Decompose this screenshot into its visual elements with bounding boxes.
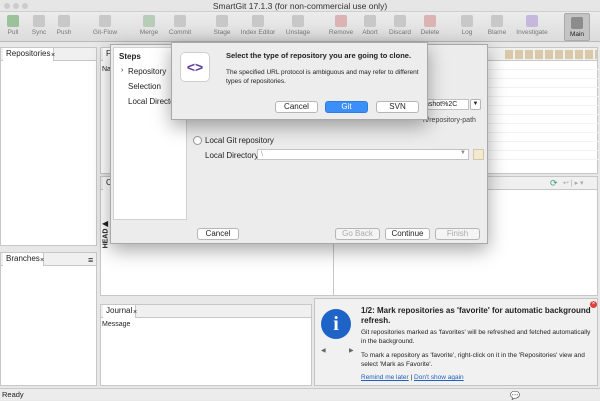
close-icon[interactable]: ×	[590, 301, 597, 308]
git-flow-button[interactable]: Git-Flow	[90, 12, 120, 42]
window-title: SmartGit 17.1.3 (for non-commercial use …	[212, 1, 388, 11]
abort-icon	[364, 15, 376, 27]
index-editor-button[interactable]: Index Editor	[238, 12, 278, 42]
abort-button[interactable]: Abort	[359, 12, 381, 42]
smartgit-logo-icon: <>	[180, 52, 210, 82]
local-git-radio[interactable]	[193, 136, 202, 145]
git-flow-icon	[99, 15, 111, 27]
minimize-window-button[interactable]	[13, 3, 19, 9]
toolbar-icons	[505, 50, 597, 59]
log-button[interactable]: Log	[456, 12, 478, 42]
journal-tab[interactable]: Journal	[103, 305, 137, 318]
link-separator: |	[410, 374, 413, 381]
investigate-button[interactable]: Investigate	[514, 12, 550, 42]
window-title-bar: SmartGit 17.1.3 (for non-commercial use …	[0, 0, 600, 12]
push-button[interactable]: Push	[52, 12, 76, 42]
unstage-button[interactable]: Unstage	[284, 12, 312, 42]
commit-icon	[174, 15, 186, 27]
remove-icon	[335, 15, 347, 27]
git-button[interactable]: Git	[325, 101, 368, 113]
dont-show-again-link[interactable]: Don't show again	[414, 374, 464, 381]
dialog-body: The specified URL protocol is ambiguous …	[226, 69, 419, 85]
notification-text-1: Git repositories marked as 'favorites' w…	[361, 329, 591, 345]
head-arrow-icon: ◀	[102, 219, 109, 228]
dialog-heading: Select the type of repository you are go…	[226, 51, 412, 60]
blame-button[interactable]: Blame	[484, 12, 510, 42]
repository-url-field[interactable]: nshot%2C	[421, 99, 469, 110]
log-icon	[461, 15, 473, 27]
discard-icon	[394, 15, 406, 27]
discard-button[interactable]: Discard	[386, 12, 414, 42]
continue-button[interactable]: Continue	[385, 228, 430, 240]
browse-button[interactable]	[473, 149, 484, 160]
status-text: Ready	[2, 390, 24, 399]
repositories-tab[interactable]: Repositories	[3, 48, 55, 61]
main-perspective-icon	[571, 17, 583, 29]
close-window-button[interactable]	[4, 3, 10, 9]
refresh-icon[interactable]: ⟳	[550, 178, 558, 189]
index-editor-icon	[252, 15, 264, 27]
local-directory-field[interactable]: \	[257, 149, 469, 160]
journal-panel: Journal × Message	[100, 304, 312, 386]
push-icon	[58, 15, 70, 27]
path-hint-text: rt/repository-path	[423, 117, 476, 124]
main-perspective-button[interactable]: Main	[564, 13, 590, 41]
remind-later-link[interactable]: Remind me later	[361, 374, 409, 381]
head-label: HEAD	[102, 228, 110, 249]
steps-title: Steps	[119, 52, 141, 61]
delete-icon	[424, 15, 436, 27]
prev-notification-button[interactable]: ◀	[321, 347, 326, 354]
branches-tab[interactable]: Branches	[3, 253, 44, 266]
repositories-panel: Repositories ×	[0, 47, 97, 246]
go-back-button[interactable]: Go Back	[335, 228, 380, 240]
close-tab-icon[interactable]: ×	[40, 255, 44, 267]
repository-type-dialog: <> Select the type of repository you are…	[171, 42, 428, 120]
main-toolbar: Pull Sync Push Git-Flow Merge Commit Sta…	[0, 12, 600, 42]
local-directory-label: Local Directory:	[205, 151, 261, 160]
stage-icon	[216, 15, 228, 27]
sync-button[interactable]: Sync	[28, 12, 50, 42]
message-column-header[interactable]: Message	[102, 321, 130, 328]
merge-button[interactable]: Merge	[137, 12, 161, 42]
notification-text-2: To mark a repository as 'favorite', righ…	[361, 352, 585, 368]
next-notification-button[interactable]: ▶	[349, 347, 354, 354]
stage-button[interactable]: Stage	[211, 12, 233, 42]
commit-button[interactable]: Commit	[166, 12, 194, 42]
step-arrow-icon: ›	[121, 67, 124, 74]
pull-icon	[7, 15, 19, 27]
merge-icon	[143, 15, 155, 27]
step-selection: Selection	[128, 82, 161, 91]
zoom-window-button[interactable]	[22, 3, 28, 9]
status-bar: Ready 💬	[0, 388, 600, 400]
sync-icon	[33, 15, 45, 27]
unstage-icon	[292, 15, 304, 27]
local-git-option-label: Local Git repository	[205, 136, 274, 145]
close-tab-icon[interactable]: ×	[133, 307, 137, 319]
info-icon: i	[321, 309, 351, 339]
branches-panel: Branches × ≡	[0, 252, 97, 386]
investigate-icon	[526, 15, 538, 27]
chevron-down-icon[interactable]: ▼	[460, 150, 466, 156]
notification-title: 1/2: Mark repositories as 'favorite' for…	[361, 306, 591, 325]
url-dropdown-button[interactable]: ▼	[470, 99, 481, 110]
notification-speech-icon[interactable]: 💬	[510, 390, 520, 401]
step-repository: Repository	[128, 67, 167, 76]
svn-button[interactable]: SVN	[376, 101, 419, 113]
pull-button[interactable]: Pull	[2, 12, 24, 42]
nav-icons: ↩ | ▸ ▾	[563, 180, 584, 187]
notification-popup: i ◀ ▶ 1/2: Mark repositories as 'favorit…	[314, 298, 598, 386]
menu-icon[interactable]: ≡	[88, 254, 93, 266]
blame-icon	[491, 15, 503, 27]
finish-button[interactable]: Finish	[435, 228, 480, 240]
remove-button[interactable]: Remove	[327, 12, 355, 42]
close-tab-icon[interactable]: ×	[51, 50, 55, 62]
wizard-cancel-button[interactable]: Cancel	[197, 228, 239, 240]
delete-button[interactable]: Delete	[418, 12, 442, 42]
type-cancel-button[interactable]: Cancel	[275, 101, 318, 113]
